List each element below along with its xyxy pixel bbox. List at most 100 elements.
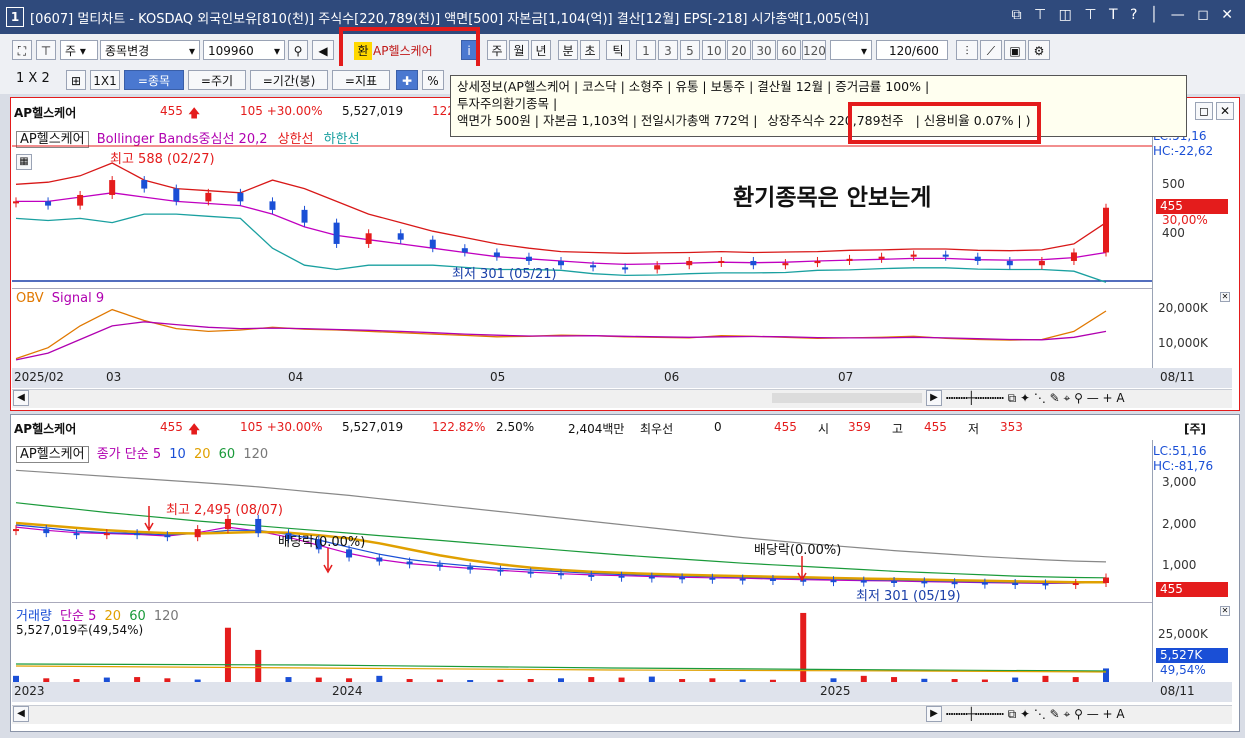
- num-1[interactable]: 1: [636, 40, 656, 60]
- bottom-candle: [891, 580, 898, 583]
- stock-code-input[interactable]: 109960 ▾: [203, 40, 285, 60]
- volume-bar: [800, 612, 807, 682]
- title-bar: 1 [0607] 멀티차트 - KOSDAQ 외국인보유[810(천)] 주식수…: [0, 0, 1245, 34]
- top-chart-tools[interactable]: ┅┅┅┼┅┅┅┅ ⧉ ✦ ⋱ ✎ ⌖ ⚲ — + A: [946, 391, 1125, 406]
- dividend-arrow-icon: [323, 548, 333, 574]
- window-controls[interactable]: ⧉ ⊤ ◫ ⊤ T ? │ — ◻ ✕: [1012, 7, 1237, 23]
- bottom-candle: [13, 529, 19, 532]
- bottom-date-end: 08/11: [1160, 684, 1195, 698]
- bottom-candle: [436, 564, 443, 567]
- tooltip-line1: 상세정보(AP헬스케어 | 코스닥 | 소형주 | 유통 | 보통주 | 결산월…: [457, 79, 930, 94]
- legend-stock-2[interactable]: AP헬스케어: [16, 446, 89, 463]
- bottom-candle: [679, 577, 686, 580]
- bottom-stock-name: AP헬스케어: [14, 422, 77, 436]
- bottom-candle: [346, 549, 353, 558]
- bottom-candle: [73, 533, 80, 536]
- layout-1x2[interactable]: 1 X 2: [16, 71, 50, 86]
- chart-type-icon[interactable]: ⫶: [956, 40, 978, 60]
- num-5[interactable]: 5: [680, 40, 700, 60]
- sync-stock-button[interactable]: =종목: [124, 70, 184, 90]
- top-scroll-thumb[interactable]: [772, 393, 922, 403]
- high-value: 455: [924, 420, 947, 434]
- pin-icon[interactable]: ⊤: [36, 40, 56, 60]
- top-hc: HC:-22,62: [1153, 144, 1214, 158]
- sync-range-button[interactable]: =기간(봉): [250, 70, 328, 90]
- legend-obv[interactable]: OBV: [16, 291, 44, 306]
- legend-signal[interactable]: Signal 9: [52, 291, 104, 306]
- bottom-scroll-right[interactable]: ▶: [926, 706, 942, 722]
- top-price: 455: [160, 104, 183, 118]
- period-select[interactable]: 주 ▾: [60, 40, 98, 60]
- bottom-lc: LC:51,16: [1153, 444, 1207, 458]
- legend-ma10[interactable]: 10: [169, 447, 186, 462]
- legend-ma5[interactable]: 종가 단순 5: [97, 447, 161, 462]
- bar-count-input[interactable]: 120/600: [876, 40, 948, 60]
- top-scroll-left[interactable]: ◀: [13, 390, 29, 406]
- bottom-volume: 5,527,019: [342, 420, 404, 434]
- tab-year[interactable]: 년: [531, 40, 551, 60]
- link-icon[interactable]: ⛶: [12, 40, 32, 60]
- speaker-icon[interactable]: ◀: [312, 40, 334, 60]
- tab-tick[interactable]: 틱: [606, 40, 630, 60]
- close-icon[interactable]: ✕: [1216, 102, 1234, 120]
- bottom-chart-tools[interactable]: ┅┅┅┼┅┅┅┅ ⧉ ✦ ⋱ ✎ ⌖ ⚲ — + A: [946, 707, 1125, 722]
- bottom-x-2025: 2025: [820, 684, 851, 698]
- legend-ma60[interactable]: 60: [219, 447, 236, 462]
- percent-icon[interactable]: %: [422, 70, 444, 90]
- sync-period-button[interactable]: =주기: [188, 70, 246, 90]
- add-icon[interactable]: ✚: [396, 70, 418, 90]
- toolbar-main: ⛶ ⊤ 주 ▾ 종목변경 ▾ 109960 ▾ ⚲ ◀ 환 AP헬스케어 i 주 월…: [0, 34, 1245, 66]
- bottom-candle: [769, 578, 776, 581]
- tab-second[interactable]: 초: [580, 40, 600, 60]
- bottom-candle: [194, 529, 201, 538]
- bottom-x-2024: 2024: [332, 684, 363, 698]
- interval-select[interactable]: ▾: [830, 40, 872, 60]
- bottom-candle: [648, 576, 655, 579]
- bottom-candle: [860, 580, 867, 583]
- num-120[interactable]: 120: [802, 40, 826, 60]
- volume-value: 5,527,019주(49,54%): [16, 623, 144, 637]
- bottom-pct: 122.82%: [432, 420, 486, 434]
- up-arrow-icon-2: 🡅: [188, 422, 201, 436]
- num-3[interactable]: 3: [658, 40, 678, 60]
- top-x-2025-02: 2025/02: [14, 370, 64, 384]
- obv-line: [15, 308, 1107, 360]
- top-candle: [109, 180, 116, 195]
- top-candle: [493, 252, 500, 257]
- top-candle: [525, 256, 532, 261]
- save-icon[interactable]: ▣: [1004, 40, 1026, 60]
- top-scroll-right[interactable]: ▶: [926, 390, 942, 406]
- num-10[interactable]: 10: [702, 40, 726, 60]
- bottom-candle: [527, 571, 534, 574]
- top-x-04: 04: [288, 370, 304, 384]
- obv-close-icon[interactable]: ✕: [1220, 292, 1230, 302]
- legend-ma120[interactable]: 120: [243, 447, 268, 462]
- grid-icon[interactable]: ⊞: [66, 70, 86, 90]
- legend-vol-ma120[interactable]: 120: [154, 609, 179, 624]
- gear-icon[interactable]: ⚙: [1028, 40, 1050, 60]
- volume-close-icon[interactable]: ✕: [1220, 606, 1230, 616]
- tab-week[interactable]: 주: [487, 40, 507, 60]
- sync-indicator-button[interactable]: =지표: [332, 70, 390, 90]
- volume-bar: [224, 627, 231, 682]
- top-x-03: 03: [106, 370, 122, 384]
- stock-change-dropdown[interactable]: 종목변경 ▾: [100, 40, 200, 60]
- top-candle: [942, 254, 949, 257]
- series-line: [16, 192, 1107, 266]
- bottom-scroll-left[interactable]: ◀: [13, 706, 29, 722]
- bottom-hc: HC:-81,76: [1153, 459, 1214, 473]
- search-icon[interactable]: ⚲: [288, 40, 308, 60]
- tool-icon[interactable]: ⟋: [980, 40, 1002, 60]
- obv-y-10000: 10,000K: [1158, 336, 1208, 350]
- num-20[interactable]: 20: [727, 40, 751, 60]
- num-30[interactable]: 30: [752, 40, 776, 60]
- maximize-icon[interactable]: ◻: [1195, 102, 1213, 120]
- layout-1x1[interactable]: 1X1: [90, 70, 120, 90]
- tab-minute[interactable]: 분: [558, 40, 578, 60]
- bottom-y-2000: 2,000: [1162, 517, 1197, 531]
- bid-value: 0: [714, 420, 722, 434]
- legend-ma20[interactable]: 20: [194, 447, 211, 462]
- top-candle: [910, 254, 917, 257]
- num-60[interactable]: 60: [777, 40, 801, 60]
- tab-month[interactable]: 월: [509, 40, 529, 60]
